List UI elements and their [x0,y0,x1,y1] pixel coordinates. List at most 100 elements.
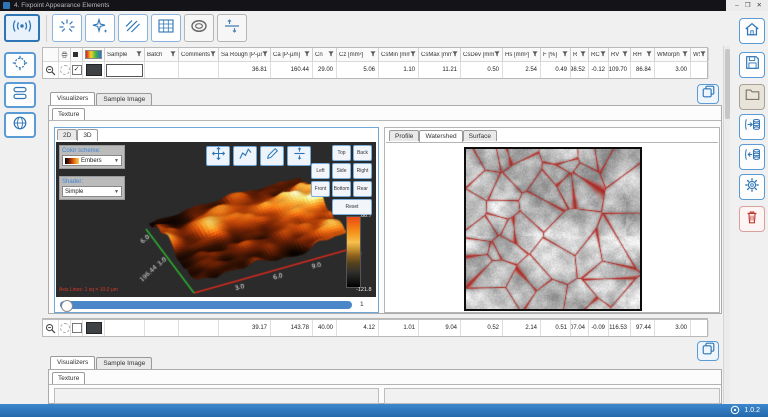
column-header[interactable]: CsDev [mm²] [461,48,503,61]
slides-stack-button[interactable] [4,82,36,108]
column-header[interactable]: Hs [mm²] [503,48,541,61]
open-folder-button[interactable] [739,84,765,110]
filter-funnel-icon[interactable] [410,51,416,59]
crosshair-target-button[interactable] [4,52,36,78]
column-header[interactable]: WS [%] [691,48,709,61]
export-data-button[interactable] [739,114,765,140]
burst-tool-button[interactable] [52,14,82,42]
view-bottom-button[interactable]: Bottom [332,181,351,197]
zoom-out-button[interactable] [43,62,59,78]
settings-button[interactable] [739,174,765,200]
signal-emitter-button[interactable] [4,14,40,42]
zoom-out-button[interactable] [43,320,59,336]
profile-chart-button[interactable] [233,146,257,166]
table-row[interactable]: ✓36.81160.4429.005.061.1011.210.502.540.… [43,61,707,78]
color-swatch[interactable] [83,320,105,336]
slider-thumb[interactable] [61,300,73,312]
sample-input[interactable] [106,64,143,77]
column-header[interactable]: Comments [179,48,219,61]
column-header[interactable]: Cz [mm²] [337,48,379,61]
filter-funnel-icon[interactable] [170,51,176,59]
level-split-button[interactable] [287,146,311,166]
pencil-draw-button[interactable] [260,146,284,166]
cell-comments[interactable] [179,62,219,78]
column-header[interactable]: CsMax [mm²] [419,48,461,61]
tab-watershed[interactable]: Watershed [419,130,462,142]
tab-texture-2[interactable]: Texture [52,372,85,384]
color-swatch[interactable] [83,62,105,78]
move-pan-button[interactable] [206,146,230,166]
filter-funnel-icon[interactable] [452,51,458,59]
rings-tool-button[interactable] [184,14,214,42]
filter-funnel-icon[interactable] [210,51,216,59]
minimize-button[interactable]: – [735,0,739,11]
column-header[interactable]: RH [631,48,655,61]
filter-funnel-icon[interactable] [700,51,706,59]
close-button[interactable]: ✕ [757,0,762,11]
render-3d-viewport[interactable]: Color scheme: Embers ▼ Shader: Simple ▼ … [56,142,376,297]
row-checkbox[interactable]: ✓ [71,62,83,78]
filter-funnel-icon[interactable] [532,51,538,59]
view-rear-button[interactable]: Rear [353,181,372,197]
tab-2d[interactable]: 2D [57,129,77,140]
filter-funnel-icon[interactable] [136,51,142,59]
vertical-scrollbar[interactable] [723,46,730,404]
z-scale-slider[interactable] [60,301,352,309]
leveling-tool-button[interactable] [217,14,247,42]
column-header[interactable]: CsMin [mm²] [379,48,419,61]
tab-surface[interactable]: Surface [463,130,497,141]
selection-circle[interactable] [59,62,71,78]
duplicate-view-button-2[interactable] [697,341,719,361]
shader-dropdown[interactable]: Simple ▼ [62,186,122,197]
column-header[interactable]: Batch [145,48,179,61]
view-top-button[interactable]: Top [332,145,351,161]
view-side-button[interactable]: Side [332,163,351,179]
column-header[interactable]: Ca [P-µm] [271,48,313,61]
sparkle-tool-button[interactable] [85,14,115,42]
view-front-button[interactable]: Front [311,181,330,197]
filter-funnel-icon[interactable] [682,51,688,59]
row-checkbox[interactable] [71,320,83,336]
cell-batch[interactable] [145,320,179,336]
import-data-button[interactable] [739,144,765,170]
filter-funnel-icon[interactable] [580,51,586,59]
filter-funnel-icon[interactable] [622,51,628,59]
filter-funnel-icon[interactable] [304,51,310,59]
cell-sample[interactable] [105,62,145,78]
filter-funnel-icon[interactable] [600,51,606,59]
column-header[interactable]: RV [609,48,631,61]
table-row[interactable]: 39.17143.7840.004.121.019.040.522.140.51… [43,319,707,336]
column-header[interactable]: RC [589,48,609,61]
cell-comments[interactable] [179,320,219,336]
grid-tool-button[interactable] [151,14,181,42]
filter-funnel-icon[interactable] [328,51,334,59]
watershed-image[interactable] [464,147,642,311]
printer-icon[interactable] [59,48,71,61]
view-right-button[interactable]: Right [353,163,372,179]
maximize-button[interactable]: ❐ [745,0,751,11]
duplicate-view-button[interactable] [697,84,719,104]
tab-texture[interactable]: Texture [52,108,85,120]
color-scheme-dropdown[interactable]: Embers ▼ [62,155,122,166]
column-header[interactable]: R [571,48,589,61]
tab-visualizers[interactable]: Visualizers [50,92,95,106]
column-header[interactable]: WMorph [655,48,691,61]
cell-sample[interactable] [105,320,145,336]
filter-funnel-icon[interactable] [646,51,652,59]
filter-funnel-icon[interactable] [370,51,376,59]
tab-profile[interactable]: Profile [389,130,419,141]
cell-batch[interactable] [145,62,179,78]
filter-funnel-icon[interactable] [262,51,268,59]
scrollbar-thumb[interactable] [725,49,730,119]
scratches-tool-button[interactable] [118,14,148,42]
column-header[interactable]: F [%] [541,48,571,61]
column-header[interactable]: Sa Rough [P-µm] [219,48,271,61]
tab-3d[interactable]: 3D [77,129,97,141]
selection-circle[interactable] [59,320,71,336]
view-left-button[interactable]: Left [311,163,330,179]
globe-button[interactable] [4,112,36,138]
filter-funnel-icon[interactable] [494,51,500,59]
filter-funnel-icon[interactable] [562,51,568,59]
tab-visualizers-2[interactable]: Visualizers [50,356,95,370]
column-header[interactable]: Sample [105,48,145,61]
